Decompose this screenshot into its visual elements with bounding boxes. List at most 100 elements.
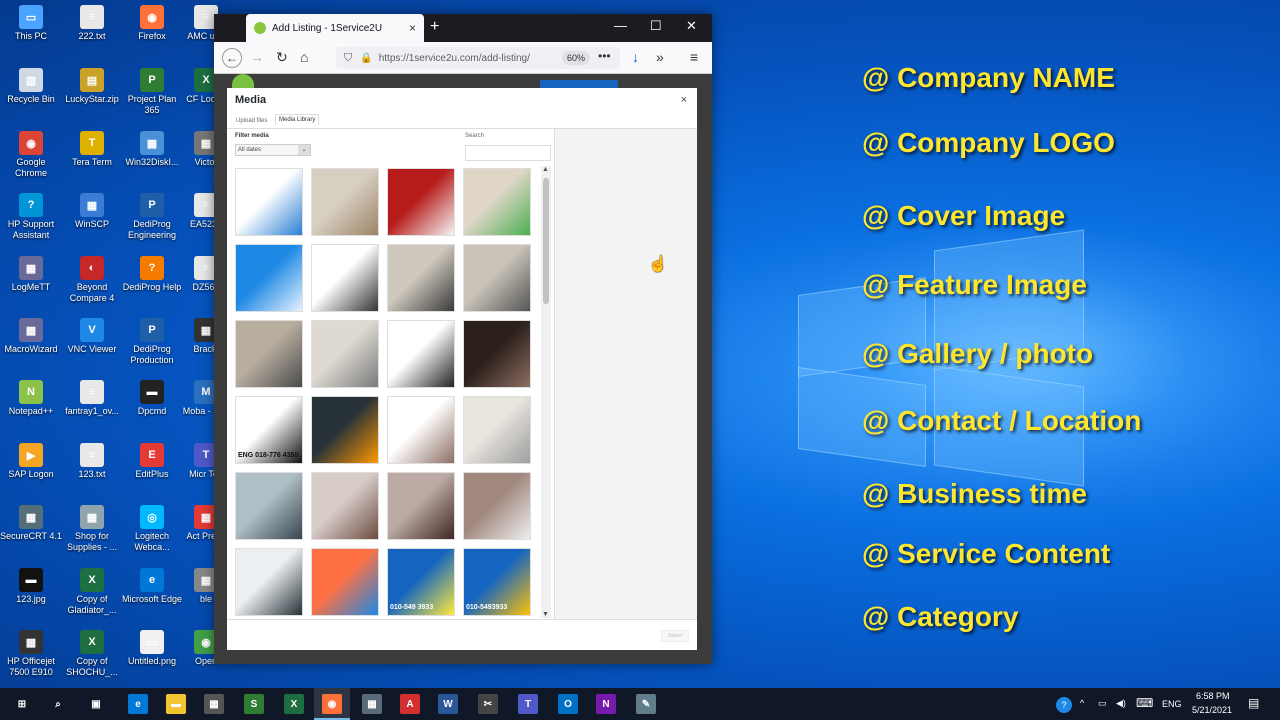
thumb-plaster-ceiling[interactable] bbox=[311, 472, 379, 540]
desktop-icon[interactable]: ▦ MacroWizard bbox=[0, 318, 62, 355]
desktop-icon[interactable]: ▦ WinSCP bbox=[61, 193, 123, 230]
tab-add-listing[interactable]: Add Listing - 1Service2U × bbox=[246, 14, 424, 42]
desktop-icon[interactable]: ◉ Firefox bbox=[121, 5, 183, 42]
thumb-lit-ceiling[interactable] bbox=[387, 472, 455, 540]
back-button[interactable]: ← bbox=[222, 48, 242, 68]
thumb-ceiling-room[interactable] bbox=[463, 244, 531, 312]
thumb-tools[interactable] bbox=[387, 396, 455, 464]
reload-button[interactable]: ↻ bbox=[276, 49, 288, 66]
outlook-taskbar[interactable]: O bbox=[558, 694, 578, 714]
snip-taskbar[interactable]: ✂ bbox=[478, 694, 498, 714]
calculator-taskbar[interactable]: ▦ bbox=[362, 694, 382, 714]
zoom-indicator[interactable]: 60% bbox=[562, 51, 590, 65]
media-search-input[interactable] bbox=[465, 145, 551, 161]
desktop-icon[interactable]: ? HP Support Assistant bbox=[0, 193, 62, 241]
thumb-ceiling-light[interactable] bbox=[311, 320, 379, 388]
url-bar[interactable]: ⛉ 🔒 https://1service2u.com/add-listing/ … bbox=[336, 47, 620, 69]
paint-taskbar[interactable]: ✎ bbox=[636, 694, 656, 714]
desktop-icon[interactable]: ▦ SecureCRT 4.1 bbox=[0, 505, 62, 542]
thumb-electric-card[interactable] bbox=[311, 244, 379, 312]
scroll-up-icon[interactable]: ▲ bbox=[542, 166, 549, 173]
lock-icon[interactable]: 🔒 bbox=[360, 53, 372, 64]
language-indicator[interactable]: ENG bbox=[1162, 699, 1182, 709]
desktop-icon[interactable]: ▦ HP Officejet 7500 E910 bbox=[0, 630, 62, 678]
task-view-button[interactable]: ▣ bbox=[86, 694, 106, 714]
desktop-icon[interactable]: ▶ SAP Logon bbox=[0, 443, 62, 480]
app-s-taskbar[interactable]: S bbox=[244, 694, 264, 714]
start-button[interactable]: ⊞ bbox=[12, 694, 32, 714]
thumb-ceiling-frame[interactable] bbox=[235, 472, 303, 540]
onenote-taskbar[interactable]: N bbox=[596, 694, 616, 714]
tab-close-icon[interactable]: × bbox=[409, 21, 416, 35]
thumb-pots[interactable] bbox=[311, 168, 379, 236]
scroll-down-icon[interactable]: ▼ bbox=[542, 611, 549, 618]
desktop-icon[interactable]: ▬ 123.jpg bbox=[0, 568, 62, 605]
volume-icon[interactable]: ◀) bbox=[1116, 698, 1126, 709]
desktop-icon[interactable]: ≡ fantray1_ov... bbox=[61, 380, 123, 417]
modal-close-icon[interactable]: × bbox=[681, 94, 687, 106]
media-scrollbar[interactable]: ▲ ▼ bbox=[541, 166, 551, 618]
thumb-blue-light[interactable] bbox=[311, 548, 379, 616]
thumb-electric-card-2[interactable]: ENG 018-776 4350 bbox=[235, 396, 303, 464]
clock-time[interactable]: 6:58 PM bbox=[1196, 691, 1230, 701]
acrobat-taskbar[interactable]: A bbox=[400, 694, 420, 714]
desktop-icon[interactable]: ? DediProg Help bbox=[121, 256, 183, 293]
teams-taskbar[interactable]: T bbox=[518, 694, 538, 714]
desktop-icon[interactable]: ≡ 222.txt bbox=[61, 5, 123, 42]
date-filter-select[interactable]: All dates ⌄ bbox=[235, 144, 311, 156]
desktop-icon[interactable]: X Copy of Gladiator_... bbox=[61, 568, 123, 616]
minimize-button[interactable]: — bbox=[614, 18, 627, 33]
edge-taskbar[interactable]: e bbox=[128, 694, 148, 714]
help-tray-icon[interactable]: ? bbox=[1056, 697, 1072, 713]
desktop-icon[interactable]: ▦ Win32DiskI... bbox=[121, 131, 183, 168]
desktop-icon[interactable]: ▬ Dpcmd bbox=[121, 380, 183, 417]
desktop-icon[interactable]: e Microsoft Edge bbox=[121, 568, 183, 605]
desktop-icon[interactable]: P DediProg Engineering bbox=[121, 193, 183, 241]
store-taskbar[interactable]: ▦ bbox=[204, 694, 224, 714]
page-actions-icon[interactable]: ••• bbox=[598, 49, 611, 63]
desktop-icon[interactable]: ▥ Recycle Bin bbox=[0, 68, 62, 105]
home-button[interactable]: ⌂ bbox=[300, 49, 308, 65]
thumb-tch-cables[interactable]: 010-549 3933 bbox=[387, 548, 455, 616]
clock-date[interactable]: 5/21/2021 bbox=[1192, 705, 1232, 715]
tab-media-library[interactable]: Media Library bbox=[275, 114, 320, 126]
chevron-up-icon[interactable]: ^ bbox=[1080, 698, 1084, 708]
download-icon[interactable]: ↓ bbox=[632, 49, 639, 65]
desktop-icon[interactable]: T Tera Term bbox=[61, 131, 123, 168]
desktop-icon[interactable]: ▭ This PC bbox=[0, 5, 62, 42]
close-window-button[interactable]: ✕ bbox=[686, 18, 697, 34]
desktop-icon[interactable]: N Notepad++ bbox=[0, 380, 62, 417]
desktop-icon[interactable]: ▦ LogMeTT bbox=[0, 256, 62, 293]
keyboard-icon[interactable]: ⌨ bbox=[1136, 696, 1153, 710]
shield-icon[interactable]: ⛉ bbox=[344, 52, 352, 65]
url-text[interactable]: https://1service2u.com/add-listing/ bbox=[379, 53, 530, 64]
thumb-electric-flyer[interactable] bbox=[387, 320, 455, 388]
desktop-icon[interactable]: P DediProg Production bbox=[121, 318, 183, 366]
word-taskbar[interactable]: W bbox=[438, 694, 458, 714]
chevron-down-icon[interactable]: ⌄ bbox=[298, 145, 310, 155]
thumb-dark-ceiling[interactable] bbox=[463, 320, 531, 388]
explorer-taskbar[interactable]: ▬ bbox=[166, 694, 186, 714]
desktop-icon[interactable]: ≡ 123.txt bbox=[61, 443, 123, 480]
desktop-icon[interactable]: ▦ Shop for Supplies - ... bbox=[61, 505, 123, 553]
hamburger-menu-icon[interactable]: ≡ bbox=[690, 49, 698, 65]
desktop-icon[interactable]: ◐ Beyond Compare 4 bbox=[61, 256, 123, 304]
thumb-hallway[interactable] bbox=[387, 244, 455, 312]
thumb-tch-electrician[interactable]: 010-5493933 bbox=[463, 548, 531, 616]
thumb-plumber-logo[interactable] bbox=[235, 168, 303, 236]
notification-icon[interactable]: ▤ bbox=[1248, 696, 1259, 710]
thumb-stairs-light[interactable] bbox=[235, 320, 303, 388]
desktop-icon[interactable]: ▤ LuckyStar.zip bbox=[61, 68, 123, 105]
desktop-icon[interactable]: ◉ Google Chrome bbox=[0, 131, 62, 179]
new-tab-button[interactable]: + bbox=[430, 18, 439, 36]
thumb-red-poster[interactable] bbox=[387, 168, 455, 236]
scroll-thumb[interactable] bbox=[543, 178, 549, 304]
desktop-icon[interactable]: E EditPlus bbox=[121, 443, 183, 480]
thumb-room-window[interactable] bbox=[463, 472, 531, 540]
excel-taskbar[interactable]: X bbox=[284, 694, 304, 714]
desktop-icon[interactable]: X Copy of SHOCHU_... bbox=[61, 630, 123, 678]
desktop-icon[interactable]: ◎ Logitech Webca... bbox=[121, 505, 183, 553]
search-button[interactable]: ⌕ bbox=[48, 694, 68, 714]
select-button[interactable]: Select bbox=[661, 630, 689, 642]
desktop-icon[interactable]: ▭ Untitled.png bbox=[121, 630, 183, 667]
